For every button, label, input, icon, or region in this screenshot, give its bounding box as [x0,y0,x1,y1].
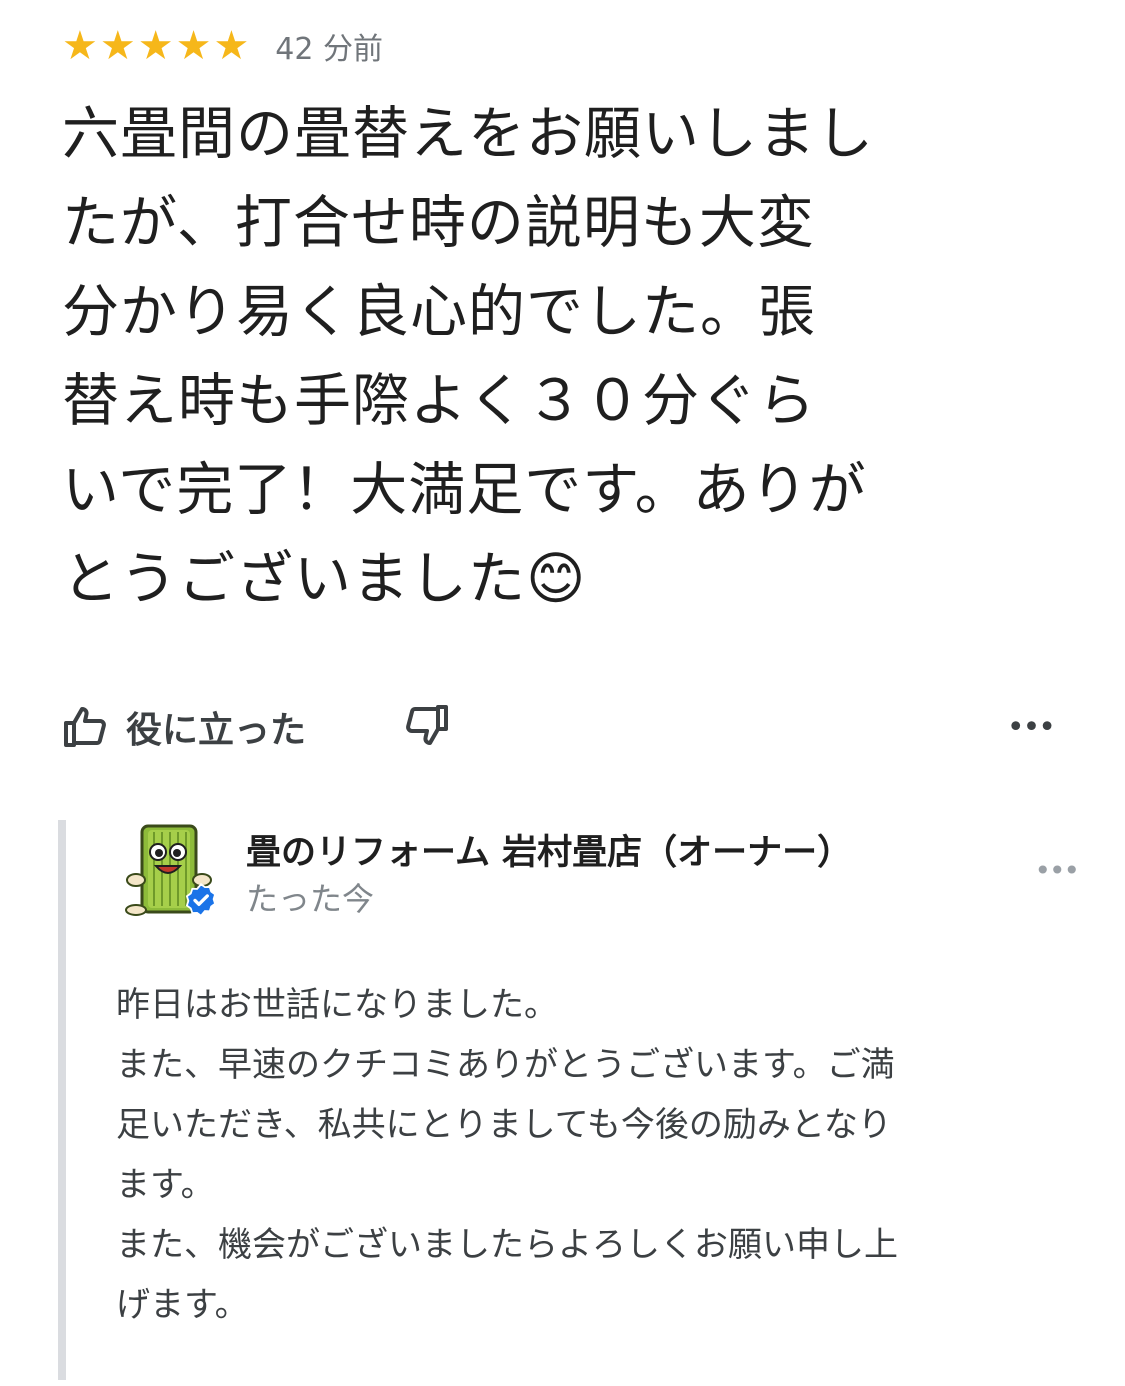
star-rating: ★ ★ ★ ★ ★ [62,26,249,66]
owner-name[interactable]: 畳のリフォーム 岩村畳店（オーナー） [246,824,852,875]
thumbs-down-icon [402,701,450,753]
not-helpful-button[interactable] [402,695,450,759]
helpful-button[interactable]: 役に立った [62,695,306,759]
review-time: 42 分前 [275,32,384,67]
review-actions: 役に立った ••• [62,695,1072,759]
reply-time: たった今 [246,880,375,918]
reply-more-options-button[interactable]: ••• [1034,854,1080,887]
star-icon: ★ [99,23,136,69]
star-icon: ★ [175,23,212,69]
star-icon: ★ [213,23,250,69]
review-header: ★ ★ ★ ★ ★ 42 分前 [62,22,383,70]
reply-text: 昨日はお世話になりました。 また、早速のクチコミありがとうございます。ご満 足い… [116,985,898,1325]
more-options-button[interactable]: ••• [1007,695,1056,759]
star-icon: ★ [137,23,174,69]
review-text: 六畳間の畳替えをお願いしまし たが、打合せ時の説明も大変 分かり易く良心的でした… [62,101,874,612]
owner-reply: 畳のリフォーム 岩村畳店（オーナー） たった今 ••• 昨日はお世話になりました… [58,820,1088,1380]
reply-divider [58,820,66,1380]
thumbs-up-icon [62,703,110,751]
verified-check-icon [183,882,219,918]
star-icon: ★ [62,23,98,69]
helpful-label: 役に立った [126,710,307,751]
